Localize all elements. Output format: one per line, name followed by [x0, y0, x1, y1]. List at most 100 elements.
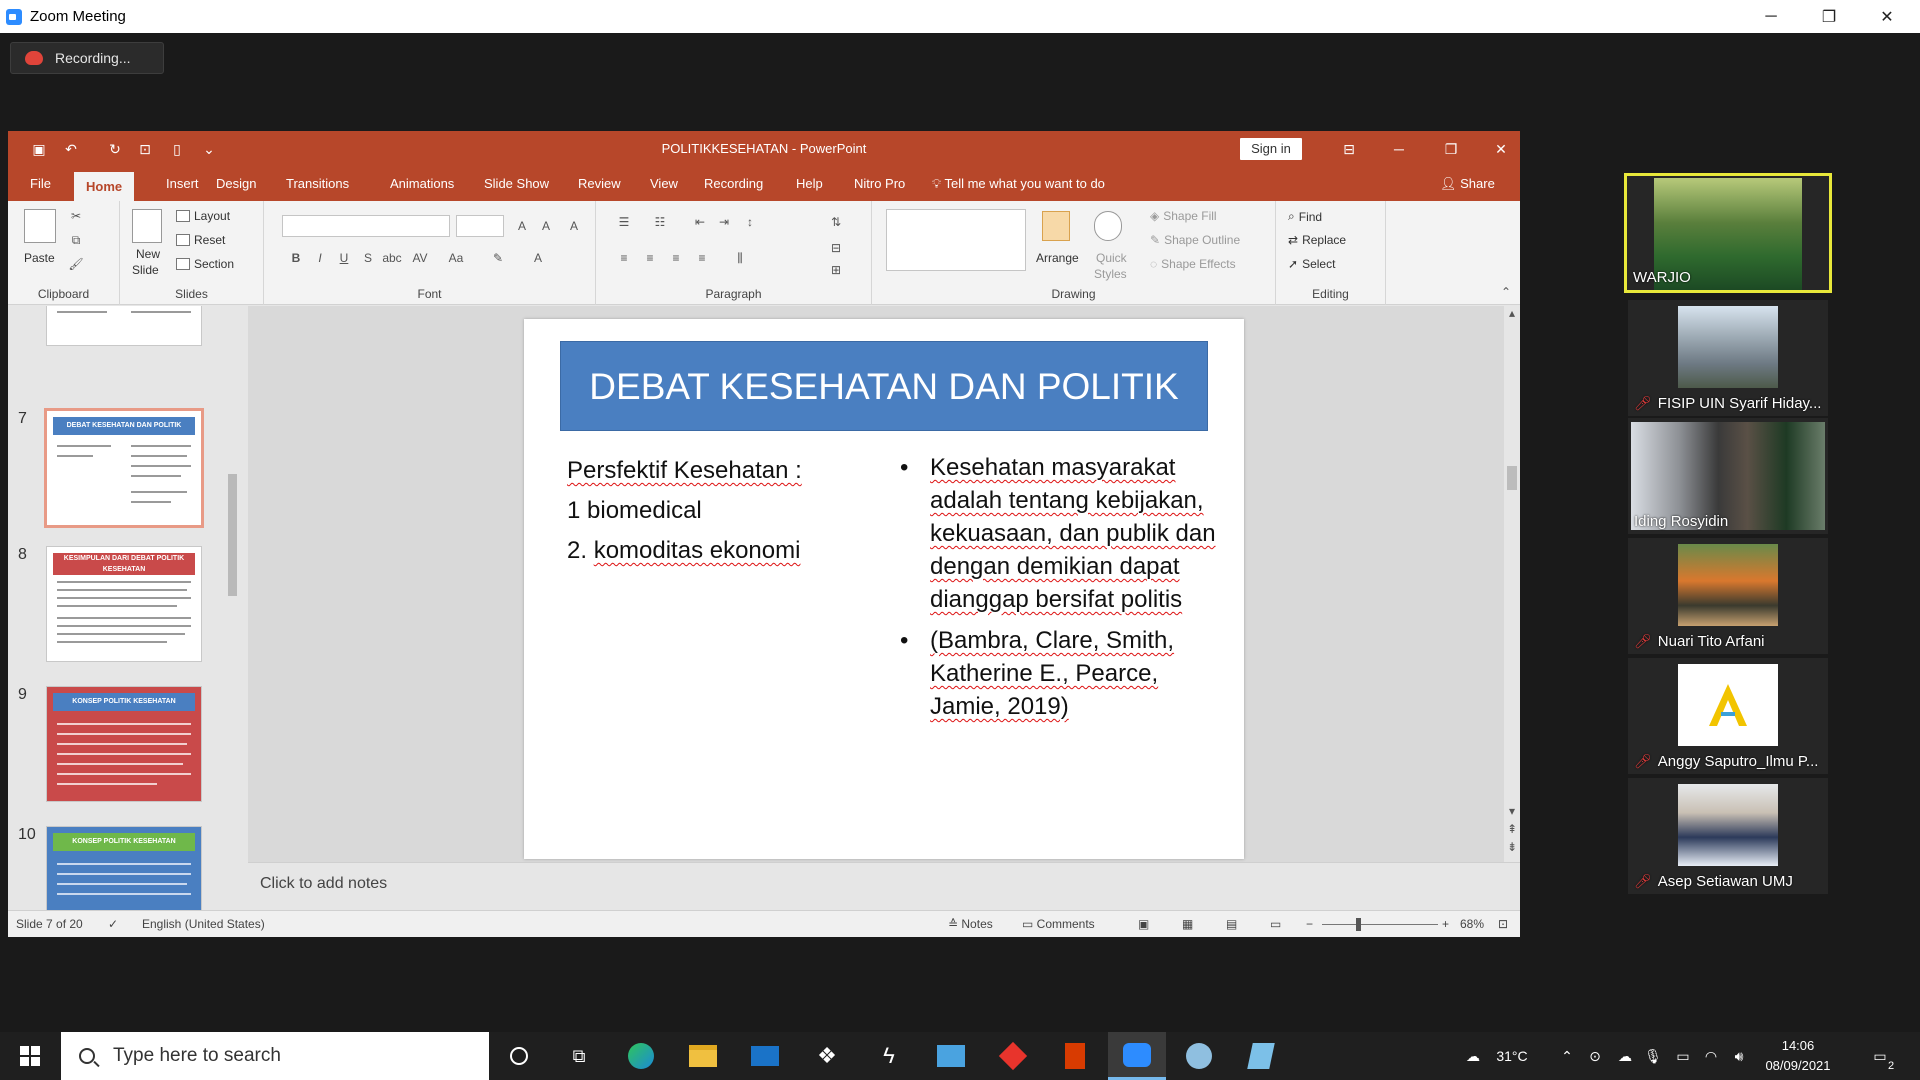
- tab-design[interactable]: Design: [204, 167, 268, 201]
- meet-now-icon[interactable]: ⊙: [1584, 1032, 1606, 1080]
- thumbnails-scroll-thumb[interactable]: [228, 474, 237, 596]
- slide-title[interactable]: DEBAT KESEHATAN DAN POLITIK: [560, 341, 1208, 431]
- shadow-icon[interactable]: S: [360, 251, 376, 265]
- find-button[interactable]: ⌕ Find: [1288, 209, 1322, 224]
- zoom-slider-thumb[interactable]: [1356, 918, 1361, 931]
- previous-slide-icon[interactable]: ⇞: [1504, 822, 1520, 836]
- zoom-level[interactable]: 68%: [1460, 911, 1484, 938]
- ppt-close-icon[interactable]: ✕: [1476, 131, 1526, 167]
- ppt-minimize-icon[interactable]: ─: [1374, 131, 1424, 167]
- thumbnail-slide-8[interactable]: KESIMPULAN DARI DEBAT POLITIK KESEHATAN: [46, 546, 202, 662]
- share-button[interactable]: 👤︎ Share: [1440, 167, 1495, 201]
- participant-tile-iding[interactable]: Iding Rosyidin: [1628, 418, 1828, 534]
- ribbon-display-icon[interactable]: ⊟: [1324, 131, 1374, 167]
- justify-icon[interactable]: ≡: [694, 251, 710, 265]
- office-icon[interactable]: [1046, 1032, 1104, 1080]
- quick-styles-button[interactable]: Quick: [1096, 251, 1127, 265]
- tab-view[interactable]: View: [638, 167, 690, 201]
- paste-button[interactable]: Paste: [24, 251, 55, 265]
- normal-view-icon[interactable]: ▣: [1138, 911, 1149, 938]
- task-view-icon[interactable]: ⧉: [550, 1032, 608, 1080]
- fit-slide-icon[interactable]: ⊡: [1498, 911, 1508, 938]
- format-painter-icon[interactable]: 🖌︎: [68, 257, 84, 271]
- zoom-taskbar-icon[interactable]: [1108, 1032, 1166, 1080]
- slide-scroll-thumb[interactable]: [1507, 466, 1517, 490]
- thumbnail-slide-10[interactable]: KONSEP POLITIK KESEHATAN: [46, 826, 202, 910]
- edge-icon[interactable]: [612, 1032, 670, 1080]
- increase-font-icon[interactable]: A: [514, 219, 530, 233]
- sign-in-button[interactable]: Sign in: [1240, 138, 1302, 160]
- shape-effects-button[interactable]: ◌ Shape Effects: [1150, 257, 1236, 271]
- slide-sorter-icon[interactable]: ▦: [1182, 911, 1193, 938]
- strikethrough-icon[interactable]: abc: [382, 251, 401, 265]
- line-spacing-icon[interactable]: ↕: [742, 215, 758, 229]
- dropbox-icon[interactable]: ❖: [798, 1032, 856, 1080]
- tab-review[interactable]: Review: [566, 167, 633, 201]
- bullets-icon[interactable]: ☰: [616, 215, 632, 229]
- comments-button[interactable]: ▭ Comments: [1022, 911, 1095, 938]
- notes-pane[interactable]: Click to add notes: [248, 862, 1520, 910]
- minimize-icon[interactable]: ─: [1742, 0, 1800, 33]
- tab-file[interactable]: File: [18, 167, 63, 201]
- section-button[interactable]: Section: [176, 257, 234, 271]
- replace-button[interactable]: ⇄ Replace: [1288, 233, 1346, 247]
- columns-icon[interactable]: ⫼: [732, 251, 748, 265]
- decrease-indent-icon[interactable]: ⇤: [692, 215, 708, 229]
- microphone-icon[interactable]: 🎙︎: [1642, 1032, 1664, 1080]
- char-spacing-icon[interactable]: AV: [412, 251, 428, 265]
- copy-icon[interactable]: ⧉: [68, 233, 84, 247]
- quick-styles-icon[interactable]: [1094, 211, 1122, 241]
- tab-home[interactable]: Home: [74, 172, 135, 201]
- zoom-out-icon[interactable]: −: [1306, 911, 1313, 938]
- ppt-restore-icon[interactable]: ❐: [1426, 131, 1476, 167]
- scroll-down-icon[interactable]: ▾: [1504, 804, 1520, 818]
- participant-tile-fisip[interactable]: 🎤︎ FISIP UIN Syarif Hiday...: [1628, 300, 1828, 416]
- shapes-gallery[interactable]: [886, 209, 1026, 271]
- paint-icon[interactable]: [1170, 1032, 1228, 1080]
- recording-indicator[interactable]: Recording...: [10, 42, 164, 74]
- font-size-select[interactable]: [456, 215, 504, 237]
- notepad-icon[interactable]: [1232, 1032, 1290, 1080]
- change-case-icon[interactable]: Aa: [448, 251, 464, 265]
- spellcheck-icon[interactable]: ✓: [108, 911, 118, 938]
- tab-transitions[interactable]: Transitions: [274, 167, 361, 201]
- language-status[interactable]: English (United States): [142, 911, 265, 938]
- align-center-icon[interactable]: ≡: [642, 251, 658, 265]
- clear-format-icon[interactable]: A: [566, 219, 582, 233]
- participant-tile-warjio[interactable]: WARJIO: [1624, 173, 1832, 293]
- slideshow-view-icon[interactable]: ▭: [1270, 911, 1281, 938]
- cut-icon[interactable]: ✂: [68, 209, 84, 223]
- font-color-icon[interactable]: A: [530, 251, 546, 265]
- arrange-button[interactable]: Arrange: [1036, 251, 1079, 265]
- file-explorer-icon[interactable]: [674, 1032, 732, 1080]
- participant-tile-asep[interactable]: 🎤︎ Asep Setiawan UMJ: [1628, 778, 1828, 894]
- taskbar-search[interactable]: Type here to search: [61, 1032, 489, 1080]
- weather-icon[interactable]: ☁: [1458, 1032, 1488, 1080]
- align-text-icon[interactable]: ⊟: [828, 241, 844, 255]
- scroll-up-icon[interactable]: ▴: [1504, 306, 1520, 320]
- new-slide-icon[interactable]: [132, 209, 162, 243]
- tell-me-search[interactable]: 💡︎ Tell me what you want to do: [932, 167, 1105, 201]
- participant-tile-anggy[interactable]: 🎤︎ Anggy Saputro_Ilmu P...: [1628, 658, 1828, 774]
- collapse-ribbon-icon[interactable]: ⌃: [1498, 285, 1514, 299]
- onedrive-icon[interactable]: ☁: [1614, 1032, 1636, 1080]
- layout-button[interactable]: Layout: [176, 209, 230, 223]
- tab-nitro-pro[interactable]: Nitro Pro: [842, 167, 917, 201]
- font-family-select[interactable]: [282, 215, 450, 237]
- tab-insert[interactable]: Insert: [154, 167, 211, 201]
- zoom-in-icon[interactable]: +: [1442, 911, 1449, 938]
- highlight-icon[interactable]: ✎: [490, 251, 506, 265]
- decrease-font-icon[interactable]: A: [538, 219, 554, 233]
- mail-icon[interactable]: [736, 1032, 794, 1080]
- arrange-icon[interactable]: [1042, 211, 1070, 241]
- participant-tile-nuari[interactable]: 🎤︎ Nuari Tito Arfani: [1628, 538, 1828, 654]
- volume-icon[interactable]: 🔊︎: [1728, 1032, 1750, 1080]
- tab-slide-show[interactable]: Slide Show: [472, 167, 561, 201]
- align-left-icon[interactable]: ≡: [616, 251, 632, 265]
- next-slide-icon[interactable]: ⇟: [1504, 840, 1520, 854]
- shape-fill-button[interactable]: ◈ Shape Fill: [1150, 209, 1217, 223]
- align-right-icon[interactable]: ≡: [668, 251, 684, 265]
- tab-help[interactable]: Help: [784, 167, 835, 201]
- reading-view-icon[interactable]: ▤: [1226, 911, 1237, 938]
- temperature[interactable]: 31°C: [1490, 1032, 1534, 1080]
